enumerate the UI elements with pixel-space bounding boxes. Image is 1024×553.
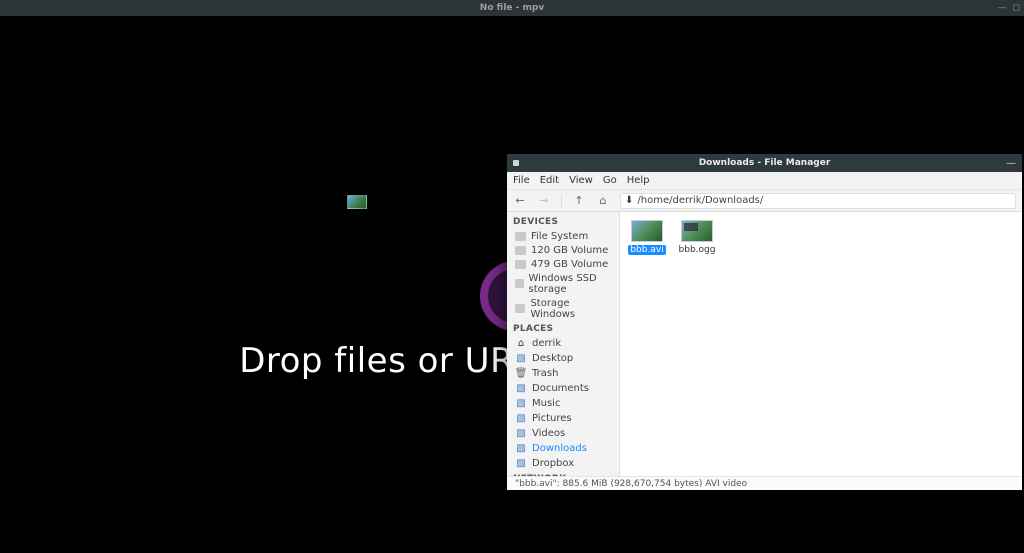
nav-back-button[interactable]: ← [513,194,527,207]
sidebar-place-documents[interactable]: ▧ Documents [507,381,619,396]
sidebar-place-home[interactable]: ⌂ derrik [507,336,619,351]
nav-home-button[interactable]: ⌂ [596,194,610,207]
folder-icon: ▧ [515,398,527,410]
sidebar-item-label: Downloads [532,443,587,454]
sidebar-device-winssd[interactable]: Windows SSD storage [507,271,619,296]
drive-icon [515,232,526,241]
folder-icon: ▧ [515,353,527,365]
sidebar-item-label: Music [532,398,560,409]
sidebar-item-label: Desktop [532,353,573,364]
path-bar[interactable]: ⬇ /home/derrik/Downloads/ [620,193,1016,209]
status-text: "bbb.avi": 885.6 MiB (928,670,754 bytes)… [515,479,747,489]
sidebar-item-label: Trash [532,368,558,379]
file-name-label: bbb.avi [628,245,665,255]
video-thumbnail-icon [681,220,713,242]
sidebar-item-label: Videos [532,428,565,439]
sidebar-item-label: File System [531,231,588,242]
sidebar-device-120gb[interactable]: 120 GB Volume [507,243,619,257]
sidebar-head-devices: DEVICES [507,214,619,229]
maximize-icon[interactable]: ◻ [1013,3,1020,13]
fm-icon-view[interactable]: bbb.avi bbb.ogg [620,212,1022,476]
fm-sidebar: DEVICES File System 120 GB Volume 479 GB… [507,212,620,476]
menu-help[interactable]: Help [627,175,650,186]
mpv-window-title: No file - mpv [480,3,544,13]
nav-forward-button[interactable]: → [537,194,551,207]
file-manager-window: Downloads - File Manager — File Edit Vie… [507,154,1022,490]
fm-window-title: Downloads - File Manager [699,158,831,168]
sidebar-place-music[interactable]: ▧ Music [507,396,619,411]
sidebar-place-desktop[interactable]: ▧ Desktop [507,351,619,366]
menu-view[interactable]: View [569,175,593,186]
fm-body: DEVICES File System 120 GB Volume 479 GB… [507,212,1022,476]
sidebar-item-label: 479 GB Volume [531,259,608,270]
fm-toolbar: ← → ↑ ⌂ ⬇ /home/derrik/Downloads/ [507,190,1022,212]
fm-statusbar: "bbb.avi": 885.6 MiB (928,670,754 bytes)… [507,476,1022,490]
toolbar-separator [561,194,562,208]
sidebar-item-label: Storage Windows [530,298,613,320]
minimize-icon[interactable]: — [998,3,1007,13]
folder-icon: ▧ [515,383,527,395]
minimize-icon[interactable]: — [1006,158,1016,169]
sidebar-device-479gb[interactable]: 479 GB Volume [507,257,619,271]
sidebar-place-downloads[interactable]: ▧ Downloads [507,441,619,456]
menu-file[interactable]: File [513,175,530,186]
drag-ghost-thumbnail [347,195,367,209]
download-icon: ⬇ [625,195,633,206]
sidebar-item-label: Documents [532,383,589,394]
sidebar-item-label: Dropbox [532,458,574,469]
folder-icon: ▧ [515,413,527,425]
fm-window-controls: — [1006,154,1016,172]
folder-icon: ▧ [515,458,527,470]
file-name-label: bbb.ogg [677,245,718,255]
mpv-window-controls: — ◻ [998,0,1020,16]
folder-icon: ▧ [515,443,527,455]
sidebar-head-places: PLACES [507,321,619,336]
sidebar-item-label: Pictures [532,413,572,424]
fm-titlebar[interactable]: Downloads - File Manager — [507,154,1022,172]
sidebar-place-videos[interactable]: ▧ Videos [507,426,619,441]
menu-edit[interactable]: Edit [540,175,559,186]
drive-icon [515,260,526,269]
sidebar-place-pictures[interactable]: ▧ Pictures [507,411,619,426]
video-thumbnail-icon [631,220,663,242]
folder-icon: ▧ [515,428,527,440]
file-item-bbb-ogg[interactable]: bbb.ogg [678,220,716,468]
sidebar-item-label: derrik [532,338,561,349]
trash-icon: 🗑 [515,368,527,380]
sidebar-place-dropbox[interactable]: ▧ Dropbox [507,456,619,471]
mpv-titlebar[interactable]: No file - mpv — ◻ [0,0,1024,16]
sidebar-device-storagewin[interactable]: Storage Windows [507,296,619,321]
home-icon: ⌂ [515,338,527,350]
menu-go[interactable]: Go [603,175,617,186]
path-text: /home/derrik/Downloads/ [637,195,763,206]
fm-menubar: File Edit View Go Help [507,172,1022,190]
nav-up-button[interactable]: ↑ [572,194,586,207]
drive-icon [515,279,524,288]
fm-window-icon [513,154,519,172]
sidebar-device-filesystem[interactable]: File System [507,229,619,243]
sidebar-item-label: Windows SSD storage [529,273,614,295]
file-item-bbb-avi[interactable]: bbb.avi [628,220,666,468]
drive-icon [515,304,525,313]
drive-icon [515,246,526,255]
sidebar-item-label: 120 GB Volume [531,245,608,256]
sidebar-place-trash[interactable]: 🗑 Trash [507,366,619,381]
